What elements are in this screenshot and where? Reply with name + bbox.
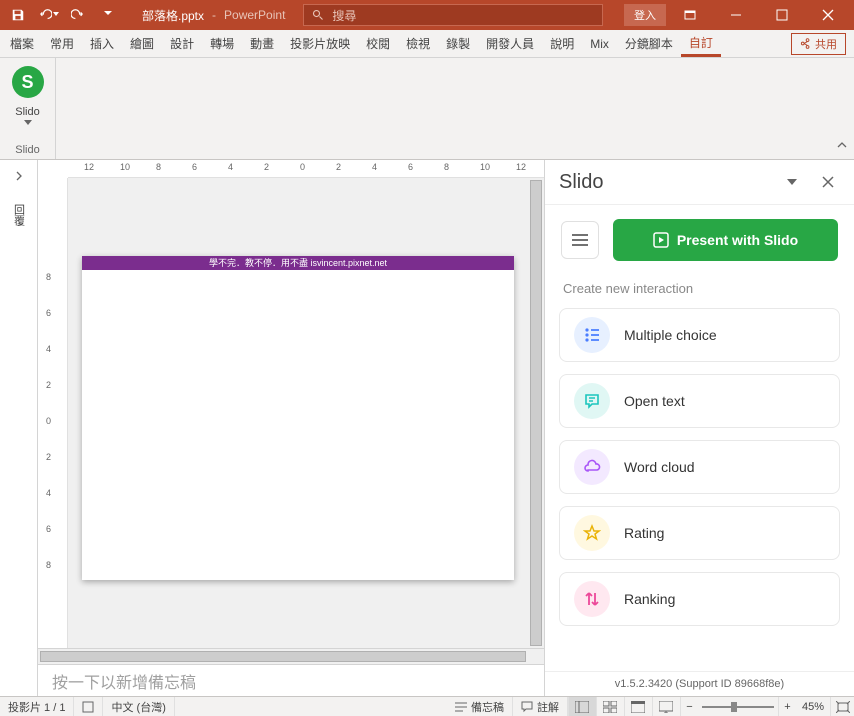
interaction-ranking[interactable]: Ranking	[559, 572, 840, 626]
app-name: PowerPoint	[224, 8, 285, 22]
status-language[interactable]: 中文 (台灣)	[103, 697, 174, 716]
list-icon	[574, 317, 610, 353]
tab-developer[interactable]: 開發人員	[478, 30, 542, 57]
star-icon	[574, 515, 610, 551]
zoom-in-button[interactable]: +	[778, 697, 796, 716]
tab-home[interactable]: 常用	[42, 30, 82, 57]
interaction-open-text[interactable]: Open text	[559, 374, 840, 428]
undo-button[interactable]	[34, 1, 62, 29]
collapse-ribbon-button[interactable]	[836, 139, 848, 157]
expand-outline-button[interactable]	[14, 168, 24, 186]
redo-button[interactable]	[64, 1, 92, 29]
view-sorter-button[interactable]	[596, 697, 624, 716]
zoom-out-button[interactable]: −	[680, 697, 698, 716]
minimize-button[interactable]	[714, 1, 758, 29]
status-bar: 投影片 1 / 1 中文 (台灣) 備忘稿 註解 − + 45%	[0, 696, 854, 716]
slido-panel-title: Slido	[559, 171, 768, 194]
status-comments-button[interactable]: 註解	[513, 697, 568, 716]
cloud-icon	[574, 449, 610, 485]
slido-icon: S	[12, 66, 44, 98]
panel-close-button[interactable]	[816, 170, 840, 194]
outline-label: 回覆	[11, 204, 27, 226]
tab-animations[interactable]: 動畫	[242, 30, 282, 57]
status-slide-count[interactable]: 投影片 1 / 1	[0, 697, 74, 716]
fit-to-window-button[interactable]	[830, 697, 854, 716]
editor-pane: 12 10 8 6 4 2 0 2 4 6 8 10 12 8 6 4 2 0 …	[38, 160, 544, 696]
document-title: 部落格.pptx	[142, 7, 204, 24]
close-button[interactable]	[806, 1, 850, 29]
speech-icon	[574, 383, 610, 419]
login-button[interactable]: 登入	[624, 4, 666, 26]
qat-overflow-button[interactable]	[94, 1, 122, 29]
tab-storyboard[interactable]: 分鏡腳本	[617, 30, 681, 57]
present-with-slido-button[interactable]: Present with Slido	[613, 219, 838, 261]
tab-file[interactable]: 檔案	[2, 30, 42, 57]
view-reading-button[interactable]	[624, 697, 652, 716]
tab-custom[interactable]: 自訂	[681, 30, 721, 57]
view-slideshow-button[interactable]	[652, 697, 680, 716]
ribbon-tabs: 檔案 常用 插入 繪圖 設計 轉場 動畫 投影片放映 校閱 檢視 錄製 開發人員…	[0, 30, 854, 58]
arrows-icon	[574, 581, 610, 617]
hamburger-icon	[572, 234, 588, 246]
search-input[interactable]: 搜尋	[303, 4, 603, 26]
tab-record[interactable]: 錄製	[438, 30, 478, 57]
ribbon-group-slido: S Slido Slido	[0, 58, 56, 159]
tab-view[interactable]: 檢視	[398, 30, 438, 57]
slide-canvas-wrap: 學不完．教不停．用不盡 isvincent.pixnet.net	[68, 178, 528, 648]
tab-draw[interactable]: 繪圖	[122, 30, 162, 57]
ribbon-display-button[interactable]	[668, 1, 712, 29]
tab-review[interactable]: 校閱	[358, 30, 398, 57]
tab-transitions[interactable]: 轉場	[202, 30, 242, 57]
tab-slideshow[interactable]: 投影片放映	[282, 30, 358, 57]
panel-options-button[interactable]	[780, 170, 804, 194]
status-accessibility[interactable]	[74, 697, 103, 716]
slido-menu-button[interactable]	[561, 221, 599, 259]
create-interaction-label: Create new interaction	[545, 281, 854, 308]
zoom-slider[interactable]	[698, 697, 778, 716]
ruler-horizontal[interactable]: 12 10 8 6 4 2 0 2 4 6 8 10 12	[68, 160, 544, 178]
scrollbar-vertical[interactable]	[528, 178, 544, 648]
interaction-word-cloud[interactable]: Word cloud	[559, 440, 840, 494]
ruler-vertical[interactable]: 8 6 4 2 0 2 4 6 8	[38, 178, 68, 648]
outline-pane: 回覆	[0, 160, 38, 696]
save-button[interactable]	[4, 1, 32, 29]
slide-header-text: 學不完．教不停．用不盡 isvincent.pixnet.net	[82, 256, 514, 270]
slido-panel: Slido Present with Slido Create new inte…	[544, 160, 854, 696]
slide-canvas[interactable]: 學不完．教不停．用不盡 isvincent.pixnet.net	[82, 256, 514, 580]
tab-insert[interactable]: 插入	[82, 30, 122, 57]
main-area: 回覆 12 10 8 6 4 2 0 2 4 6 8 10 12 8 6 4 2…	[0, 160, 854, 696]
title-bar: 部落格.pptx - PowerPoint 搜尋 登入	[0, 0, 854, 30]
notes-pane[interactable]: 按一下以新增備忘稿	[38, 664, 544, 696]
tab-mix[interactable]: Mix	[582, 30, 617, 57]
scrollbar-horizontal[interactable]	[38, 649, 544, 664]
ribbon-content: S Slido Slido	[0, 58, 854, 160]
slido-version-footer: v1.5.2.3420 (Support ID 89668f8e)	[545, 671, 854, 696]
view-normal-button[interactable]	[568, 697, 596, 716]
interaction-rating[interactable]: Rating	[559, 506, 840, 560]
interaction-multiple-choice[interactable]: Multiple choice	[559, 308, 840, 362]
tab-help[interactable]: 說明	[542, 30, 582, 57]
status-notes-button[interactable]: 備忘稿	[447, 697, 513, 716]
maximize-button[interactable]	[760, 1, 804, 29]
slido-ribbon-button[interactable]: S	[8, 62, 48, 102]
tab-design[interactable]: 設計	[162, 30, 202, 57]
play-icon	[653, 232, 669, 248]
zoom-value[interactable]: 45%	[796, 701, 830, 713]
share-button[interactable]: 共用	[791, 33, 846, 55]
